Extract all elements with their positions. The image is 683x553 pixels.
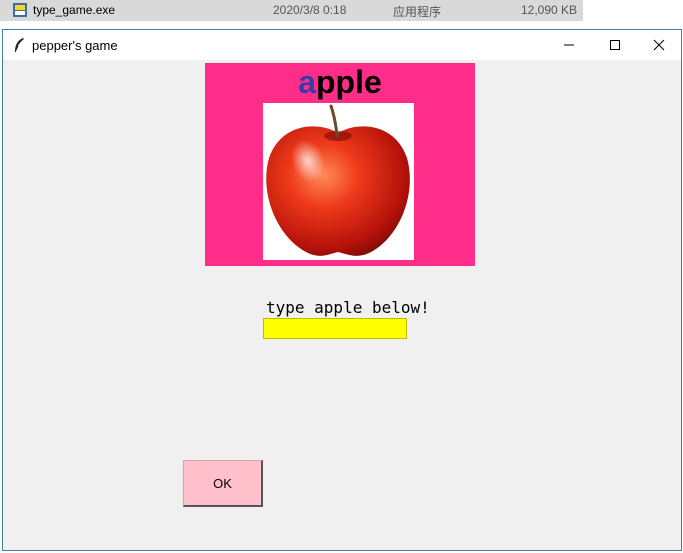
maximize-icon xyxy=(610,40,620,50)
close-button[interactable] xyxy=(636,30,682,60)
close-icon xyxy=(653,39,665,51)
explorer-file-row[interactable]: type_game.exe 2020/3/8 0:18 应用程序 12,090 … xyxy=(0,0,583,21)
file-size: 12,090 KB xyxy=(521,3,578,17)
typing-prompt: type apple below! xyxy=(266,298,430,317)
target-word-rest: pple xyxy=(316,64,382,100)
ok-button[interactable]: OK xyxy=(183,460,263,507)
window-title: pepper's game xyxy=(32,38,118,53)
game-window: pepper's game apple type apple below! OK xyxy=(2,29,682,551)
window-titlebar[interactable]: pepper's game xyxy=(3,30,681,60)
feather-icon xyxy=(12,37,26,53)
file-type: 应用程序 xyxy=(393,5,442,19)
picture-panel: apple xyxy=(205,63,475,266)
target-word: apple xyxy=(205,64,475,100)
apple-image xyxy=(263,103,414,260)
file-modified-date: 2020/3/8 0:18 xyxy=(273,3,347,17)
file-name: type_game.exe xyxy=(33,3,116,17)
answer-input[interactable] xyxy=(263,318,407,339)
maximize-button[interactable] xyxy=(592,30,638,60)
minimize-icon xyxy=(564,44,574,46)
minimize-button[interactable] xyxy=(546,30,592,60)
python-exe-icon xyxy=(12,2,28,18)
target-word-first-letter: a xyxy=(298,64,316,100)
